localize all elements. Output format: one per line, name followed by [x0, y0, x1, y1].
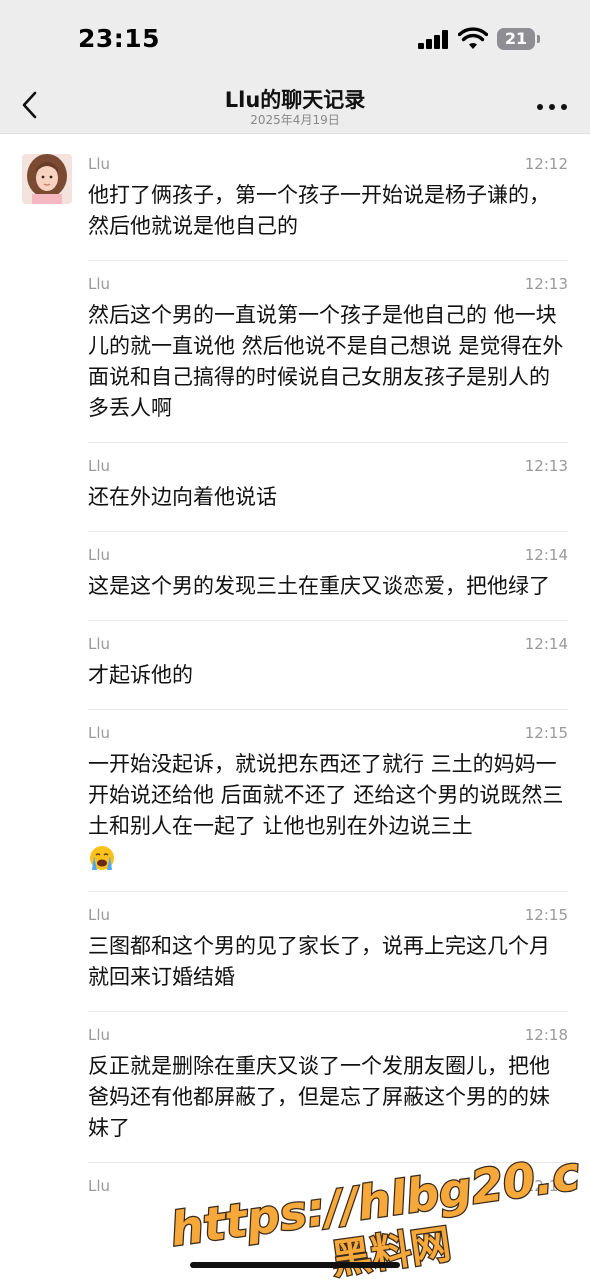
list-item[interactable]: Llu 12:15 一开始没起诉，就说把东西还了就行 三土的妈妈一开始说还给他 … [88, 710, 568, 892]
list-item[interactable]: Llu 12:13 然后这个男的一直说第一个孩子是他自己的 他一块儿的就一直说他… [88, 261, 568, 443]
list-item[interactable]: Llu 12:19 [88, 1163, 568, 1213]
nav-bar: Llu的聊天记录 2025年4月19日 [0, 78, 590, 134]
message-text: 三图都和这个男的见了家长了，说再上完这几个月就回来订婚结婚 [88, 934, 550, 989]
message-sender: Llu [88, 635, 111, 653]
list-item[interactable]: Llu 12:14 才起诉他的 [88, 621, 568, 710]
cellular-signal-icon [418, 29, 450, 49]
wifi-icon [458, 27, 488, 49]
more-button[interactable] [535, 94, 569, 118]
list-item[interactable]: Llu 12:12 他打了俩孩子，第一个孩子一开始说是杨子谦的，然后他就说是他自… [88, 149, 568, 261]
list-item[interactable]: Llu 12:13 还在外边向着他说话 [88, 443, 568, 532]
message-sender: Llu [88, 155, 111, 173]
list-item[interactable]: Llu 12:18 反正就是删除在重庆又谈了一个发朋友圈儿，把他爸妈还有他都屏蔽… [88, 1012, 568, 1163]
message-time: 12:15 [524, 724, 568, 742]
message-text: 还在外边向着他说话 [88, 485, 277, 509]
list-item[interactable]: Llu 12:14 这是这个男的发现三土在重庆又谈恋爱，把他绿了 [88, 532, 568, 621]
message-text: 才起诉他的 [88, 663, 193, 687]
message-text-content: 一开始没起诉，就说把东西还了就行 三土的妈妈一开始说还给他 后面就不还了 还给这… [88, 752, 564, 838]
avatar[interactable] [22, 154, 72, 204]
message-sender: Llu [88, 1026, 111, 1044]
message-time: 12:14 [524, 635, 568, 653]
message-text: 然后这个男的一直说第一个孩子是他自己的 他一块儿的就一直说他 然后他说不是自己想… [88, 303, 564, 420]
home-indicator[interactable] [190, 1262, 400, 1268]
message-time: 12:13 [524, 457, 568, 475]
list-item[interactable]: Llu 12:15 三图都和这个男的见了家长了，说再上完这几个月就回来订婚结婚 [88, 892, 568, 1012]
message-time: 12:15 [524, 906, 568, 924]
message-sender: Llu [88, 1177, 111, 1195]
page-subtitle: 2025年4月19日 [250, 113, 340, 127]
message-sender: Llu [88, 457, 111, 475]
battery-tip [537, 35, 540, 43]
message-text: 他打了俩孩子，第一个孩子一开始说是杨子谦的，然后他就说是他自己的 [88, 183, 550, 238]
message-list: Llu 12:12 他打了俩孩子，第一个孩子一开始说是杨子谦的，然后他就说是他自… [88, 149, 568, 1213]
message-time: 12:14 [524, 546, 568, 564]
message-text: 一开始没起诉，就说把东西还了就行 三土的妈妈一开始说还给他 后面就不还了 还给这… [88, 749, 568, 873]
ellipsis-icon [537, 104, 543, 110]
message-text: 反正就是删除在重庆又谈了一个发朋友圈儿，把他爸妈还有他都屏蔽了，但是忘了屏蔽这个… [88, 1054, 550, 1140]
loudly-crying-face-icon [90, 846, 114, 870]
battery-icon: 21 [497, 28, 535, 50]
message-text: 这是这个男的发现三土在重庆又谈恋爱，把他绿了 [88, 574, 550, 598]
message-time: 12:12 [524, 155, 568, 173]
status-time: 23:15 [78, 24, 161, 53]
message-sender: Llu [88, 275, 111, 293]
page-title: Llu的聊天记录 [224, 88, 366, 112]
message-time: 12:18 [524, 1026, 568, 1044]
chat-history[interactable]: Llu 12:12 他打了俩孩子，第一个孩子一开始说是杨子谦的，然后他就说是他自… [0, 135, 590, 1280]
message-sender: Llu [88, 906, 111, 924]
message-sender: Llu [88, 546, 111, 564]
status-bar: 23:15 21 [0, 0, 590, 78]
message-time: 12:19 [524, 1177, 568, 1195]
message-time: 12:13 [524, 275, 568, 293]
message-sender: Llu [88, 724, 111, 742]
